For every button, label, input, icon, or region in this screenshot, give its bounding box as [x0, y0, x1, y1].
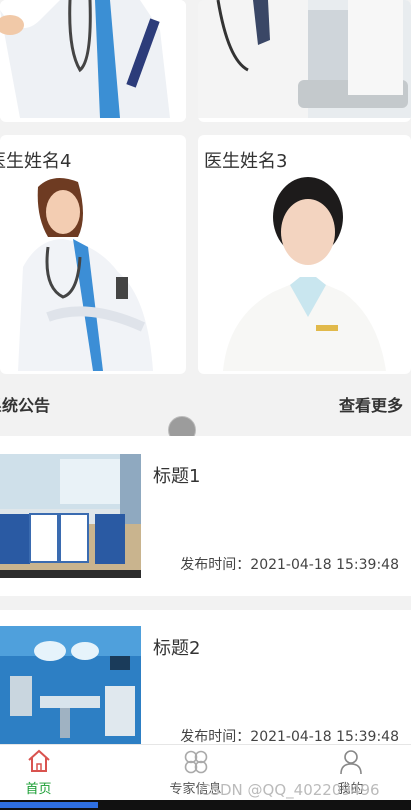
news-publish-time: 发布时间：2021-04-18 15:39:48: [180, 729, 399, 745]
news-item[interactable]: 标题1 发布时间：2021-04-18 15:39:48: [0, 436, 411, 596]
news-thumbnail: [0, 626, 141, 744]
watermark: CSDN @QQ_402209496: [200, 781, 380, 799]
tab-home-label: 首页: [25, 782, 52, 797]
doctor-card-top-left[interactable]: [0, 0, 186, 122]
announcement-title: 系统公告: [0, 396, 51, 415]
view-more-link[interactable]: 查看更多: [339, 392, 403, 416]
doctor-name: 医生姓名4: [0, 151, 72, 172]
doctor-card-3[interactable]: 医生姓名3: [198, 135, 411, 374]
doctor-name: 医生姓名3: [204, 151, 288, 172]
news-publish-time: 发布时间：2021-04-18 15:39:48: [180, 557, 399, 573]
home-icon: [27, 749, 50, 772]
progress-fill: [0, 802, 98, 808]
person-icon: [339, 750, 362, 775]
doctor-card-top-right[interactable]: [198, 0, 411, 122]
doctor-photo: [8, 177, 158, 371]
news-title: 标题1: [153, 466, 201, 487]
doctor-card-4[interactable]: 医生姓名4: [0, 135, 186, 374]
news-title: 标题2: [153, 638, 201, 659]
announcement-header: 系统公告 查看更多: [0, 386, 411, 422]
tab-home[interactable]: 首页: [0, 745, 107, 801]
doctor-photo: [0, 0, 186, 118]
news-item[interactable]: 标题2 发布时间：2021-04-18 15:39:48: [0, 610, 411, 745]
bottom-progress-bar: [0, 800, 411, 810]
doctor-photo: [198, 0, 411, 118]
news-thumbnail: [0, 454, 141, 578]
clover-icon: [184, 750, 207, 774]
doctor-photo: [218, 177, 388, 371]
